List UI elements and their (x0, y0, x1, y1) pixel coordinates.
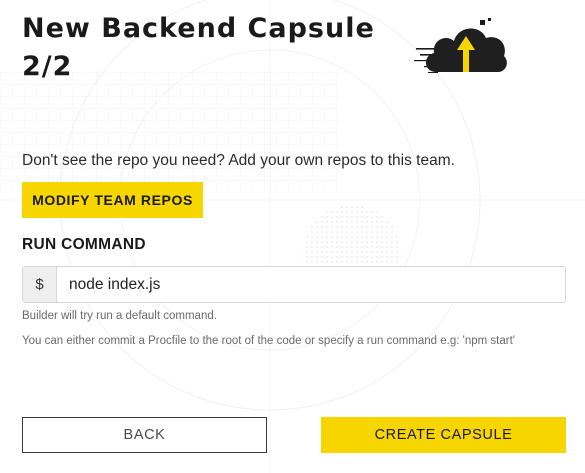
run-command-label: RUN COMMAND (22, 236, 146, 253)
dollar-prefix: $ (23, 267, 57, 302)
run-command-input-group: $ (22, 266, 566, 303)
default-command-hint: Builder will try run a default command. (22, 310, 217, 322)
back-button[interactable]: BACK (22, 417, 267, 453)
cloud-upload-icon (414, 18, 507, 73)
page-title-line-1: New Backend Capsule (22, 13, 375, 44)
procfile-hint: You can either commit a Procfile to the … (22, 335, 515, 347)
create-capsule-button[interactable]: CREATE CAPSULE (321, 417, 566, 453)
new-backend-capsule-step-2: New Backend Capsule 2/2 Don't see the re… (0, 0, 585, 473)
run-command-input[interactable] (57, 267, 565, 302)
page-title: New Backend Capsule 2/2 (22, 10, 382, 86)
modify-team-repos-button[interactable]: MODIFY TEAM REPOS (22, 182, 203, 218)
page-title-line-2: 2/2 (22, 51, 73, 82)
repos-info-text: Don't see the repo you need? Add your ow… (22, 152, 455, 169)
